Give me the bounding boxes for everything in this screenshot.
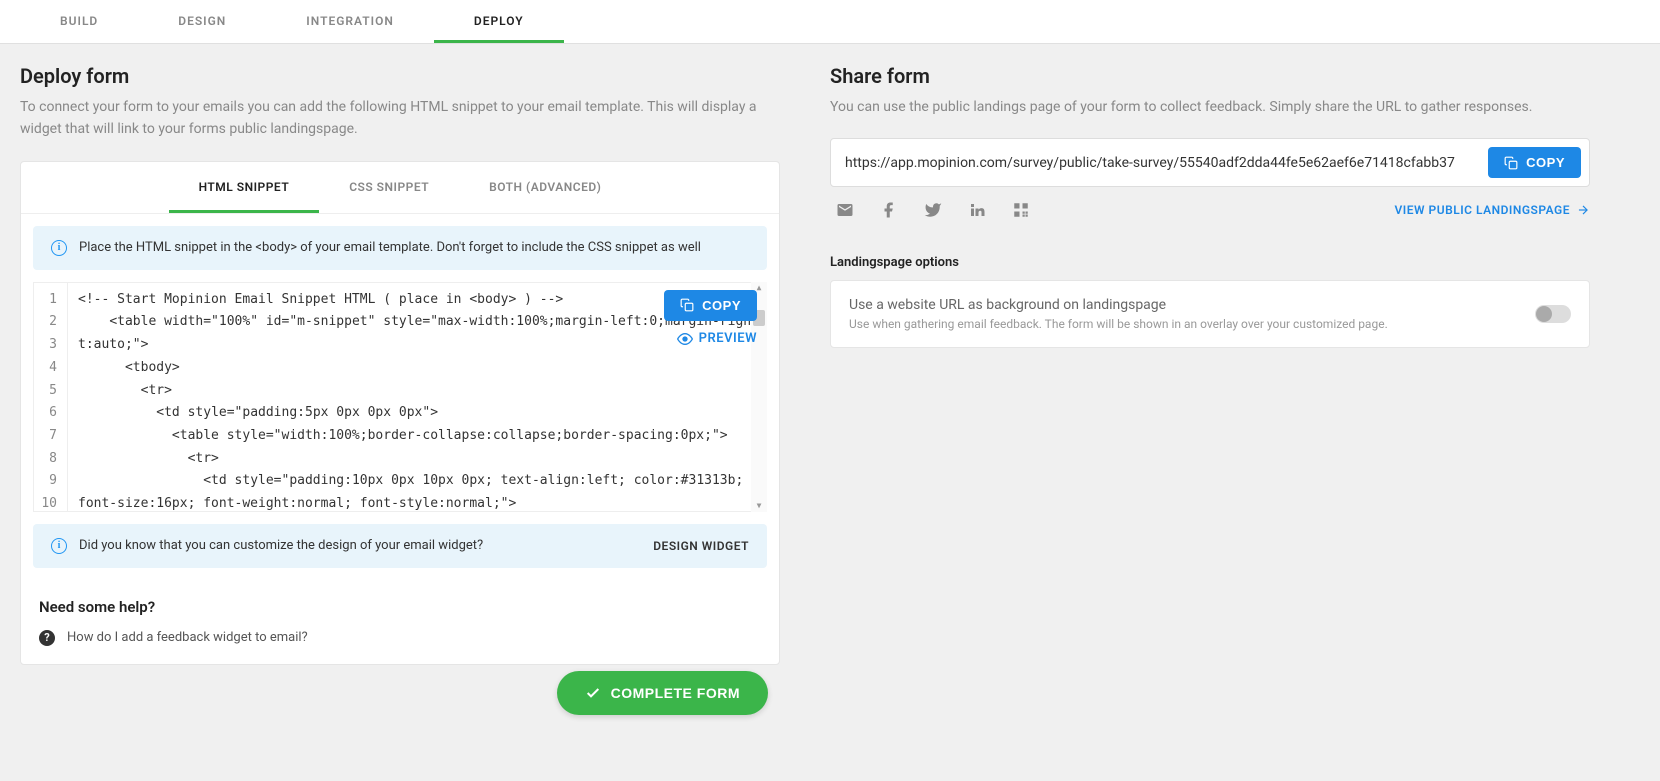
ln-8: 8 [40, 448, 57, 471]
design-widget-link[interactable]: DESIGN WIDGET [653, 539, 749, 553]
code-wrap: 1 2 3 4 5 6 7 8 9 10 <!-- Start Mopinion… [33, 282, 767, 512]
share-url-row: https://app.mopinion.com/survey/public/t… [830, 138, 1590, 187]
help-title: Need some help? [39, 598, 761, 616]
complete-form-button[interactable]: COMPLETE FORM [557, 671, 768, 715]
snippet-info-1-text: Place the HTML snippet in the <body> of … [79, 240, 701, 255]
content: Deploy form To connect your form to your… [0, 44, 1660, 705]
share-url-input[interactable]: https://app.mopinion.com/survey/public/t… [845, 155, 1478, 171]
help-item-1[interactable]: ? How do I add a feedback widget to emai… [39, 630, 761, 646]
ln-2: 2 [40, 311, 57, 334]
copy-url-button[interactable]: COPY [1488, 147, 1581, 178]
question-icon: ? [39, 630, 55, 646]
tab-build[interactable]: BUILD [20, 0, 138, 43]
ln-4: 4 [40, 357, 57, 380]
snippet-info-2: i Did you know that you can customize th… [33, 524, 767, 568]
snippet-info-1: i Place the HTML snippet in the <body> o… [33, 226, 767, 270]
deploy-card: HTML SNIPPET CSS SNIPPET BOTH (ADVANCED)… [20, 161, 780, 665]
toggle-knob [1536, 306, 1552, 322]
code-gutter: 1 2 3 4 5 6 7 8 9 10 [34, 283, 68, 511]
code-text[interactable]: <!-- Start Mopinion Email Snippet HTML (… [68, 283, 766, 511]
email-icon[interactable] [836, 201, 854, 219]
complete-form-label: COMPLETE FORM [611, 685, 740, 701]
ln-1: 1 [40, 289, 57, 312]
eye-icon [677, 331, 693, 347]
landingspage-option-label: Use a website URL as background on landi… [849, 297, 1388, 313]
snippet-tab-css[interactable]: CSS SNIPPET [319, 162, 459, 213]
preview-label: PREVIEW [699, 331, 757, 346]
snippet-tabbar: HTML SNIPPET CSS SNIPPET BOTH (ADVANCED) [21, 162, 779, 214]
help-section: Need some help? ? How do I add a feedbac… [21, 580, 779, 664]
ln-6: 6 [40, 402, 57, 425]
tab-integration[interactable]: INTEGRATION [266, 0, 434, 43]
code-actions: COPY PREVIEW [664, 290, 757, 347]
arrow-right-icon [1576, 203, 1590, 217]
view-landingspage-link[interactable]: VIEW PUBLIC LANDINGSPAGE [1395, 203, 1590, 217]
qr-icon[interactable] [1012, 201, 1030, 219]
landingspage-option-texts: Use a website URL as background on landi… [849, 297, 1388, 331]
landingspage-option-toggle[interactable] [1535, 305, 1571, 323]
share-title: Share form [830, 64, 1590, 88]
share-row: VIEW PUBLIC LANDINGSPAGE [830, 201, 1590, 219]
deploy-description: To connect your form to your emails you … [20, 96, 780, 141]
copy-snippet-label: COPY [702, 298, 741, 313]
preview-link[interactable]: PREVIEW [677, 331, 757, 347]
landingspage-options-title: Landingspage options [830, 255, 1590, 270]
check-icon [585, 685, 601, 701]
help-item-1-text: How do I add a feedback widget to email? [67, 630, 308, 645]
facebook-icon[interactable] [880, 201, 898, 219]
deploy-column: Deploy form To connect your form to your… [20, 64, 780, 665]
info-icon: i [51, 240, 67, 256]
tab-deploy[interactable]: DEPLOY [434, 0, 564, 43]
ln-3: 3 [40, 334, 57, 357]
ln-7: 7 [40, 425, 57, 448]
copy-icon [1504, 156, 1518, 170]
share-column: Share form You can use the public landin… [830, 64, 1590, 665]
ln-9: 9 [40, 470, 57, 493]
ln-10: 10 [40, 493, 57, 512]
twitter-icon[interactable] [924, 201, 942, 219]
code-area[interactable]: 1 2 3 4 5 6 7 8 9 10 <!-- Start Mopinion… [33, 282, 767, 512]
snippet-info-2-text: Did you know that you can customize the … [79, 538, 483, 553]
deploy-title: Deploy form [20, 64, 780, 88]
scroll-down-icon[interactable]: ▼ [753, 500, 765, 512]
share-icons [830, 201, 1030, 219]
share-description: You can use the public landings page of … [830, 96, 1590, 118]
info-icon: i [51, 538, 67, 554]
snippet-tab-html[interactable]: HTML SNIPPET [169, 162, 320, 213]
linkedin-icon[interactable] [968, 201, 986, 219]
copy-url-label: COPY [1526, 155, 1565, 170]
landingspage-option-card: Use a website URL as background on landi… [830, 280, 1590, 348]
tab-design[interactable]: DESIGN [138, 0, 266, 43]
snippet-tab-both[interactable]: BOTH (ADVANCED) [459, 162, 631, 213]
topnav: BUILD DESIGN INTEGRATION DEPLOY [0, 0, 1660, 44]
copy-icon [680, 298, 694, 312]
landingspage-option-desc: Use when gathering email feedback. The f… [849, 317, 1388, 331]
copy-snippet-button[interactable]: COPY [664, 290, 757, 321]
view-landingspage-label: VIEW PUBLIC LANDINGSPAGE [1395, 203, 1570, 217]
ln-5: 5 [40, 380, 57, 403]
